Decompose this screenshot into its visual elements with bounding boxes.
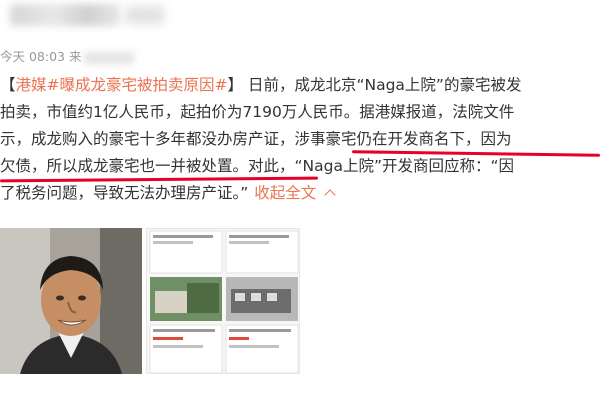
- portrait-photo[interactable]: [0, 228, 142, 374]
- collapse-link[interactable]: 收起全文: [254, 184, 316, 202]
- post-line-3: 示，成龙购入的豪宅十多年都没办房产证，涉事豪宅仍在开发商名下，因为: [0, 130, 512, 148]
- blurred-badge: [125, 6, 165, 24]
- listing-grid: [147, 229, 299, 373]
- post-time: 今天 08:03: [0, 49, 65, 64]
- blurred-username: [10, 4, 120, 26]
- post-meta: 今天 08:03 来: [0, 46, 134, 65]
- post-line-1: 【港媒#曝成龙豪宅被拍卖原因#】 日前，成龙北京“Naga上院”的豪宅被发: [0, 76, 522, 94]
- underlined-text-2: 欠债，所以成龙豪宅也一并被处置。: [0, 157, 249, 175]
- topic-tag-hkmedia[interactable]: 港媒: [16, 76, 47, 94]
- portrait-illustration: [0, 228, 142, 374]
- blurred-source: [83, 51, 134, 64]
- post-source-prefix: 来: [68, 49, 82, 64]
- post-body: 【港媒#曝成龙豪宅被拍卖原因#】 日前，成龙北京“Naga上院”的豪宅被发 拍卖…: [0, 72, 600, 207]
- chevron-up-icon[interactable]: [324, 189, 336, 201]
- topic-tag-hashtag[interactable]: #曝成龙豪宅被拍卖原因#: [47, 76, 228, 94]
- auction-listing-image[interactable]: [146, 228, 300, 374]
- underlined-text-1: 涉事豪宅仍在开发商名下，因为: [294, 130, 512, 148]
- post-line-2: 拍卖，市值约1亿人民币，起拍价为7190万人民币。据港媒报道，法院文件: [0, 103, 515, 121]
- post-header: 今天 08:03 来: [0, 0, 600, 70]
- post-line-5: 了税务问题，导致无法办理房产证。” 收起全文: [0, 180, 600, 207]
